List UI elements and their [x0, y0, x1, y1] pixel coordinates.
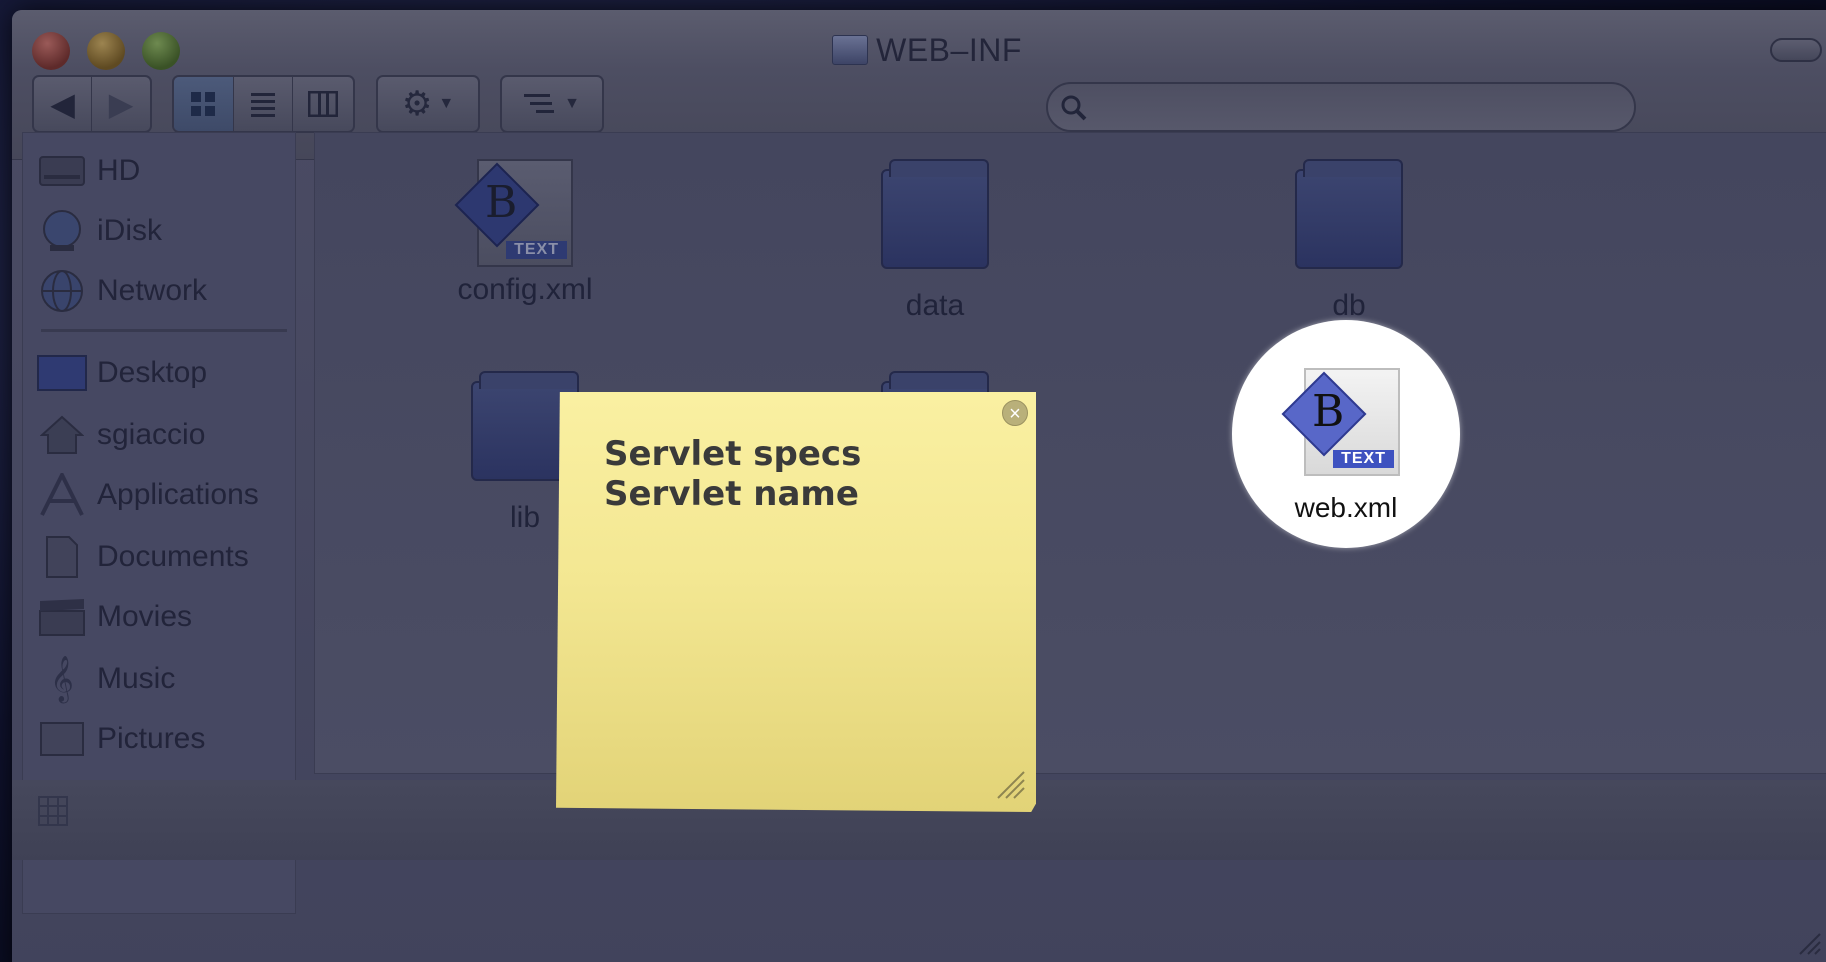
sidebar-item-label: Desktop	[97, 356, 208, 389]
sidebar-item-label: iDisk	[97, 214, 162, 247]
list-view-icon	[251, 93, 276, 117]
sticky-line: Servlet specs	[604, 434, 862, 474]
folder-name: db	[1332, 289, 1366, 322]
sidebar-item-label: sgiaccio	[97, 418, 206, 451]
action-menu-button[interactable]: ⚙ ▼	[376, 75, 480, 133]
xml-document-icon: B TEXT	[1281, 368, 1400, 476]
sidebar-item-label: Movies	[97, 600, 193, 633]
folder-db[interactable]: db	[1229, 159, 1469, 323]
folder-icon	[832, 35, 869, 65]
icon-view-button[interactable]	[174, 77, 234, 131]
toolbar-toggle-button[interactable]	[1770, 38, 1822, 62]
sidebar-item-label: Applications	[97, 478, 259, 511]
folder-name: data	[905, 289, 965, 322]
arrange-icon	[524, 94, 555, 113]
file-name: config.xml	[457, 273, 593, 306]
file-type-badge: TEXT	[1333, 450, 1394, 468]
sidebar-item-pictures[interactable]: Pictures	[23, 711, 295, 767]
window-resize-icon[interactable]	[1796, 930, 1822, 956]
chevron-down-icon: ▼	[564, 95, 580, 112]
applications-icon	[37, 472, 87, 518]
file-config-xml[interactable]: B TEXT config.xml	[405, 159, 645, 307]
file-browser: B TEXT config.xml data db lib	[314, 132, 1826, 774]
view-mode-control	[172, 75, 355, 133]
file-name: web.xml	[1294, 492, 1398, 523]
sidebar-item-documents[interactable]: Documents	[23, 529, 295, 585]
back-forward-control: ◀ ▶	[32, 75, 152, 133]
sidebar-item-label: Music	[97, 662, 176, 695]
window-title-text: WEB–INF	[876, 32, 1022, 68]
home-icon	[37, 412, 87, 458]
spotlight-web-xml[interactable]: B TEXT web.xml	[1232, 320, 1460, 548]
network-icon	[37, 268, 87, 314]
sidebar-item-desktop[interactable]: Desktop	[23, 345, 295, 401]
forward-arrow-icon: ▶	[108, 86, 134, 122]
folder-icon	[881, 159, 989, 269]
column-view-icon	[308, 91, 339, 117]
forward-button[interactable]: ▶	[92, 77, 150, 131]
back-arrow-icon: ◀	[50, 86, 75, 122]
idisk-icon	[37, 208, 87, 254]
sidebar-item-label: HD	[97, 154, 141, 187]
xml-document-icon: B TEXT	[454, 159, 573, 267]
sidebar-item-label: Network	[97, 274, 208, 307]
sidebar-item-home[interactable]: sgiaccio	[23, 407, 295, 463]
search-field[interactable]	[1046, 82, 1636, 132]
sticky-line: Servlet name	[604, 474, 859, 514]
file-type-badge: TEXT	[506, 241, 567, 259]
sidebar-item-hd[interactable]: HD	[23, 143, 295, 199]
gear-icon: ⚙	[401, 85, 433, 123]
back-button[interactable]: ◀	[34, 77, 92, 131]
sidebar-item-movies[interactable]: Movies	[23, 589, 295, 645]
sidebar-item-network[interactable]: Network	[23, 263, 295, 319]
desktop-icon	[37, 350, 87, 396]
close-icon[interactable]: ×	[1002, 400, 1028, 426]
column-view-button[interactable]	[293, 77, 353, 131]
pictures-icon	[37, 716, 87, 762]
sidebar-item-label: Pictures	[97, 722, 206, 755]
sidebar-item-applications[interactable]: Applications	[23, 467, 295, 523]
music-icon: 𝄞	[50, 656, 74, 701]
folder-icon	[1295, 159, 1403, 269]
window-title: WEB–INF	[12, 32, 1826, 69]
documents-icon	[37, 534, 87, 580]
sidebar-divider	[41, 329, 287, 332]
screen: WEB–INF ◀ ▶ ⚙ ▼ ▼ HD iDisk Network Deskt…	[0, 0, 1826, 962]
grid-icon	[38, 796, 68, 826]
icon-view-icon	[191, 92, 216, 116]
movies-icon	[37, 594, 87, 640]
sticky-note[interactable]: × Servlet specs Servlet name	[556, 392, 1036, 812]
chevron-down-icon: ▼	[438, 95, 455, 112]
search-icon	[1061, 95, 1087, 121]
resize-handle-icon[interactable]	[996, 770, 1026, 800]
folder-data[interactable]: data	[815, 159, 1055, 323]
sticky-note-text: Servlet specs Servlet name	[604, 434, 861, 514]
sidebar-item-idisk[interactable]: iDisk	[23, 203, 295, 259]
hard-drive-icon	[37, 148, 87, 194]
sidebar-item-music[interactable]: 𝄞 Music	[23, 651, 295, 707]
sidebar-item-label: Documents	[97, 540, 249, 573]
list-view-button[interactable]	[234, 77, 294, 131]
arrange-menu-button[interactable]: ▼	[500, 75, 604, 133]
